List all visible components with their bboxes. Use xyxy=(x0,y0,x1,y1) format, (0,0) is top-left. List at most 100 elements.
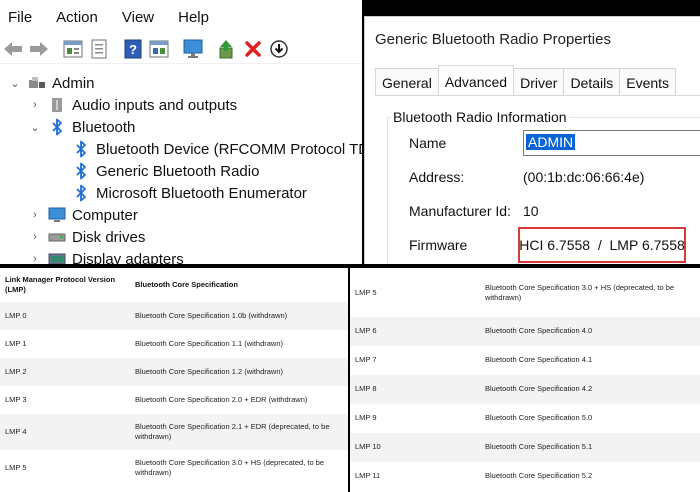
menu-view[interactable]: View xyxy=(122,9,154,26)
table-row: LMP 2 Bluetooth Core Specification 1.2 (… xyxy=(0,358,348,386)
table-row: LMP 10 Bluetooth Core Specification 5.1 xyxy=(350,433,700,462)
chevron-right-icon[interactable]: › xyxy=(28,209,42,221)
menu-help[interactable]: Help xyxy=(178,9,209,26)
table-row: LMP 5 Bluetooth Core Specification 3.0 +… xyxy=(0,450,348,486)
tree-item-computer[interactable]: › Computer xyxy=(28,204,138,226)
tree-item-label: Microsoft Bluetooth Enumerator xyxy=(96,184,307,202)
name-field[interactable]: ADMIN xyxy=(523,130,700,156)
lmp-table-left: Link Manager Protocol Version (LMP) Blue… xyxy=(0,268,348,492)
chevron-down-icon[interactable]: ⌄ xyxy=(8,77,22,90)
bluetooth-icon xyxy=(72,162,90,180)
update-driver-icon[interactable] xyxy=(216,38,238,60)
download-icon[interactable] xyxy=(268,38,290,60)
bluetooth-icon xyxy=(72,140,90,158)
firmware-label: Firmware xyxy=(409,237,468,253)
computer-icon xyxy=(28,74,46,92)
table-row: LMP 6 Bluetooth Core Specification 4.0 xyxy=(350,317,700,346)
cell-lmp: LMP 9 xyxy=(355,413,377,423)
tree-item-label: Generic Bluetooth Radio xyxy=(96,162,260,180)
cell-spec: Bluetooth Core Specification 5.0 xyxy=(485,413,593,423)
scan-window-icon[interactable] xyxy=(148,38,170,60)
tab-driver[interactable]: Driver xyxy=(513,68,565,96)
group-title: Bluetooth Radio Information xyxy=(391,109,569,125)
manufacturer-label: Manufacturer Id: xyxy=(409,203,511,219)
tab-events[interactable]: Events xyxy=(619,68,677,96)
tree-item-display[interactable]: › Display adapters xyxy=(28,248,184,264)
cell-spec: Bluetooth Core Specification 3.0 + HS (d… xyxy=(135,457,325,477)
firmware-value: HCI 6.7558 / LMP 6.7558 xyxy=(519,237,685,253)
cell-spec: Bluetooth Core Specification 2.0 + EDR (… xyxy=(135,394,308,404)
tree-item-bluetooth[interactable]: ⌄ Bluetooth xyxy=(28,116,135,138)
header-lmp-version: Link Manager Protocol Version (LMP) xyxy=(5,274,116,294)
tree-item-audio[interactable]: › Audio inputs and outputs xyxy=(28,94,237,116)
table-row: LMP 8 Bluetooth Core Specification 4.2 xyxy=(350,375,700,404)
menu-action[interactable]: Action xyxy=(56,9,98,26)
bluetooth-icon xyxy=(48,118,66,136)
tab-details[interactable]: Details xyxy=(563,68,621,96)
tree-item-label: Bluetooth xyxy=(72,118,136,136)
tree-item-label: Disk drives xyxy=(72,228,146,246)
cell-spec: Bluetooth Core Specification 2.1 + EDR (… xyxy=(135,421,330,441)
table-row: LMP 4 Bluetooth Core Specification 2.1 +… xyxy=(0,414,348,450)
header-core-spec: Bluetooth Core Specification xyxy=(135,279,238,289)
cell-lmp: LMP 10 xyxy=(355,442,381,452)
chevron-right-icon[interactable]: › xyxy=(28,231,42,243)
chevron-down-icon[interactable]: ⌄ xyxy=(28,121,42,134)
chevron-right-icon[interactable]: › xyxy=(28,253,42,264)
tree-item-bt-rfcomm[interactable]: Bluetooth Device (RFCOMM Protocol TDI) xyxy=(72,138,362,160)
cell-spec: Bluetooth Core Specification 4.0 xyxy=(485,326,593,336)
dialog-title: Generic Bluetooth Radio Properties xyxy=(375,31,611,48)
lmp-table-right: LMP 5 Bluetooth Core Specification 3.0 +… xyxy=(350,268,700,492)
firmware-highlight: HCI 6.7558 / LMP 6.7558 xyxy=(518,227,686,263)
tree-item-label: Computer xyxy=(72,206,138,224)
tree-item-disk[interactable]: › Disk drives xyxy=(28,226,145,248)
tree-item-bt-enumerator[interactable]: Microsoft Bluetooth Enumerator xyxy=(72,182,307,204)
table-row: LMP 11 Bluetooth Core Specification 5.2 xyxy=(350,462,700,491)
tab-general[interactable]: General xyxy=(375,68,439,96)
svg-text:?: ? xyxy=(129,42,137,57)
bluetooth-icon xyxy=(72,184,90,202)
cell-spec: Bluetooth Core Specification 4.2 xyxy=(485,384,593,394)
tree-item-label: Audio inputs and outputs xyxy=(72,96,238,114)
tree-item-bt-generic-radio[interactable]: Generic Bluetooth Radio xyxy=(72,160,259,182)
display-adapter-icon xyxy=(48,250,66,264)
cell-spec: Bluetooth Core Specification 1.0b (withd… xyxy=(135,310,288,320)
cell-lmp: LMP 5 xyxy=(355,287,377,297)
tab-advanced[interactable]: Advanced xyxy=(437,65,515,96)
document-icon[interactable] xyxy=(88,38,110,60)
cell-lmp: LMP 0 xyxy=(5,310,27,320)
computer-icon xyxy=(48,206,66,224)
table-header: Link Manager Protocol Version (LMP) Blue… xyxy=(0,268,348,302)
speaker-icon xyxy=(48,96,66,114)
table-row: LMP 9 Bluetooth Core Specification 5.0 xyxy=(350,404,700,433)
cell-lmp: LMP 1 xyxy=(5,338,27,348)
help-icon[interactable]: ? xyxy=(122,38,144,60)
cell-lmp: LMP 2 xyxy=(5,366,27,376)
uninstall-x-icon[interactable] xyxy=(242,38,264,60)
name-label: Name xyxy=(409,135,447,151)
tree-item-label: Bluetooth Device (RFCOMM Protocol TDI) xyxy=(96,140,362,158)
table-row: LMP 1 Bluetooth Core Specification 1.1 (… xyxy=(0,330,348,358)
tab-strip: General Advanced Driver Details Events xyxy=(375,65,677,96)
cell-lmp: LMP 3 xyxy=(5,394,27,404)
tree-item-label: Display adapters xyxy=(72,250,184,265)
tree-root[interactable]: ⌄ Admin xyxy=(8,72,95,94)
bluetooth-properties-dialog: Generic Bluetooth Radio Properties Gener… xyxy=(364,16,700,264)
chevron-right-icon[interactable]: › xyxy=(28,99,42,111)
name-field-value: ADMIN xyxy=(526,134,576,150)
cell-lmp: LMP 6 xyxy=(355,326,377,336)
menu-file[interactable]: File xyxy=(8,9,32,26)
manufacturer-value: 10 xyxy=(523,203,539,219)
address-label: Address: xyxy=(409,169,465,185)
monitor-icon[interactable] xyxy=(182,38,204,60)
cell-spec: Bluetooth Core Specification 5.1 xyxy=(485,442,593,452)
table-row: LMP 5 Bluetooth Core Specification 3.0 +… xyxy=(350,276,700,310)
back-arrow-icon[interactable] xyxy=(2,38,24,60)
toolbar: ? xyxy=(0,34,362,64)
cell-spec: Bluetooth Core Specification 5.2 xyxy=(485,471,593,481)
cell-spec: Bluetooth Core Specification 1.1 (withdr… xyxy=(135,338,283,348)
properties-window-icon[interactable] xyxy=(62,38,84,60)
cell-lmp: LMP 7 xyxy=(355,355,377,365)
tree-root-label: Admin xyxy=(52,74,95,92)
forward-arrow-icon[interactable] xyxy=(28,38,50,60)
